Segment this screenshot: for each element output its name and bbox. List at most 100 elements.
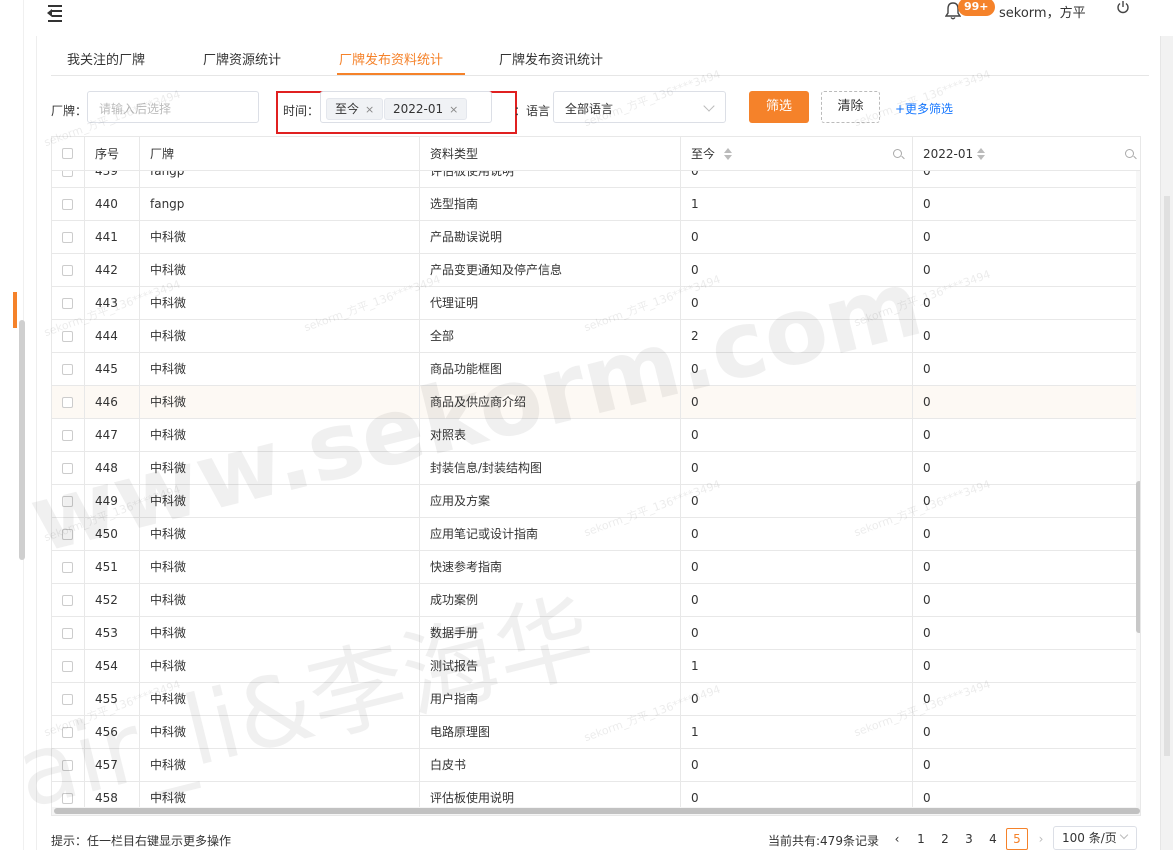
cell-brand: 中科微 xyxy=(140,617,420,650)
table-row[interactable]: 457 中科微 白皮书 0 0 xyxy=(52,749,1140,782)
user-name[interactable]: sekorm，方平 xyxy=(999,2,1086,21)
power-icon[interactable] xyxy=(1116,0,1130,14)
brand-input[interactable]: 请输入后选择 xyxy=(87,91,259,123)
cell-material-type: 应用及方案 xyxy=(420,485,681,518)
cell-index: 457 xyxy=(85,749,140,782)
cell-to-date: 1 xyxy=(681,650,913,683)
table-vertical-scrollbar[interactable] xyxy=(1136,171,1140,807)
filter-button[interactable]: 筛选 xyxy=(749,91,809,123)
table-row[interactable]: 455 中科微 用户指南 0 0 xyxy=(52,683,1140,716)
row-checkbox[interactable] xyxy=(62,727,73,738)
table-row[interactable]: 451 中科微 快速参考指南 0 0 xyxy=(52,551,1140,584)
tab-brand-news-stats[interactable]: 厂牌发布资讯统计 xyxy=(499,49,603,68)
cell-index: 449 xyxy=(85,485,140,518)
row-select-cell xyxy=(52,518,85,551)
time-select[interactable]: 至今 × 2022-01 × xyxy=(320,91,492,123)
close-icon[interactable]: × xyxy=(449,103,458,116)
context-menu-tip: 提示：任一栏目右键显示更多操作 xyxy=(51,834,232,848)
more-filters-link[interactable]: +更多筛选 xyxy=(895,100,953,117)
next-page-icon[interactable]: › xyxy=(1034,832,1048,846)
row-checkbox[interactable] xyxy=(62,232,73,243)
row-checkbox[interactable] xyxy=(62,760,73,771)
cell-material-type: 用户指南 xyxy=(420,683,681,716)
table-row[interactable]: 448 中科微 封装信息/封装结构图 0 0 xyxy=(52,452,1140,485)
page-3[interactable]: 3 xyxy=(962,832,976,846)
clear-button[interactable]: 清除 xyxy=(821,91,880,123)
row-checkbox[interactable] xyxy=(62,265,73,276)
col-index[interactable]: 序号 xyxy=(85,137,140,171)
page-size-value: 100 条/页 xyxy=(1062,831,1117,845)
page-scrollbar[interactable] xyxy=(1160,36,1173,850)
row-checkbox[interactable] xyxy=(62,463,73,474)
page-2[interactable]: 2 xyxy=(938,832,952,846)
col-2022-01[interactable]: 2022-01 xyxy=(913,137,1140,171)
sort-icon[interactable] xyxy=(724,148,732,160)
row-checkbox[interactable] xyxy=(62,694,73,705)
cell-2022-01: 0 xyxy=(923,593,931,607)
search-icon[interactable] xyxy=(1125,149,1134,158)
page-1[interactable]: 1 xyxy=(914,832,928,846)
table-row[interactable]: 446 中科微 商品及供应商介绍 0 0 xyxy=(52,386,1140,419)
table-row[interactable]: 442 中科微 产品变更通知及停产信息 0 0 xyxy=(52,254,1140,287)
cell-index: 454 xyxy=(85,650,140,683)
page-4[interactable]: 4 xyxy=(986,832,1000,846)
time-tag[interactable]: 至今 × xyxy=(326,98,384,120)
tab-followed-brands[interactable]: 我关注的厂牌 xyxy=(67,49,145,68)
table-horizontal-scrollbar[interactable] xyxy=(52,807,1140,815)
row-checkbox[interactable] xyxy=(62,397,73,408)
prev-page-icon[interactable]: ‹ xyxy=(890,832,904,846)
row-checkbox[interactable] xyxy=(62,595,73,606)
table-row[interactable]: 450 中科微 应用笔记或设计指南 0 0 xyxy=(52,518,1140,551)
menu-collapse-icon[interactable] xyxy=(44,3,64,22)
language-select[interactable]: 全部语言 xyxy=(553,91,726,123)
tab-brand-material-stats[interactable]: 厂牌发布资料统计 xyxy=(339,49,443,68)
sort-icon[interactable] xyxy=(977,148,985,160)
cell-brand: 中科微 xyxy=(140,749,420,782)
table-row[interactable]: 449 中科微 应用及方案 0 0 xyxy=(52,485,1140,518)
cell-material-type: 对照表 xyxy=(420,419,681,452)
sidebar-scrollbar[interactable] xyxy=(19,320,25,560)
row-checkbox[interactable] xyxy=(62,793,73,804)
data-table: 序号 厂牌 资料类型 至今 2022-01 439 fangp 评估板使用说明 0 0 4… xyxy=(51,136,1141,816)
row-checkbox[interactable] xyxy=(62,298,73,309)
row-checkbox[interactable] xyxy=(62,496,73,507)
row-checkbox[interactable] xyxy=(62,364,73,375)
table-row[interactable]: 444 中科微 全部 2 0 xyxy=(52,320,1140,353)
table-row[interactable]: 447 中科微 对照表 0 0 xyxy=(52,419,1140,452)
table-row[interactable]: 443 中科微 代理证明 0 0 xyxy=(52,287,1140,320)
table-row[interactable]: 440 fangp 选型指南 1 0 xyxy=(52,188,1140,221)
cell-to-date: 0 xyxy=(681,749,913,782)
time-tag[interactable]: 2022-01 × xyxy=(384,98,468,120)
row-checkbox[interactable] xyxy=(62,661,73,672)
row-checkbox[interactable] xyxy=(62,628,73,639)
col-to-date[interactable]: 至今 xyxy=(681,137,913,171)
select-all-checkbox[interactable] xyxy=(62,148,73,159)
table-row[interactable]: 441 中科微 产品勘误说明 0 0 xyxy=(52,221,1140,254)
cell-2022-01: 0 xyxy=(923,296,931,310)
col-brand[interactable]: 厂牌 xyxy=(140,137,420,171)
cell-brand: 中科微 xyxy=(140,320,420,353)
col-material-type[interactable]: 资料类型 xyxy=(420,137,681,171)
table-row[interactable]: 454 中科微 测试报告 1 0 xyxy=(52,650,1140,683)
table-row[interactable]: 445 中科微 商品功能框图 0 0 xyxy=(52,353,1140,386)
table-row[interactable]: 453 中科微 数据手册 0 0 xyxy=(52,617,1140,650)
brand-placeholder: 请输入后选择 xyxy=(99,102,172,116)
row-checkbox[interactable] xyxy=(62,199,73,210)
page-5-current[interactable]: 5 xyxy=(1006,828,1028,850)
notification-badge[interactable]: 99+ xyxy=(958,0,995,16)
cell-brand: 中科微 xyxy=(140,650,420,683)
cell-brand: 中科微 xyxy=(140,287,420,320)
sidebar-active-marker xyxy=(13,292,17,328)
table-row[interactable]: 452 中科微 成功案例 0 0 xyxy=(52,584,1140,617)
page-size-select[interactable]: 100 条/页 xyxy=(1053,826,1137,850)
search-icon[interactable] xyxy=(893,149,902,158)
row-checkbox[interactable] xyxy=(62,331,73,342)
cell-to-date: 1 xyxy=(681,716,913,749)
row-checkbox[interactable] xyxy=(62,430,73,441)
row-checkbox[interactable] xyxy=(62,529,73,540)
table-row[interactable]: 456 中科微 电路原理图 1 0 xyxy=(52,716,1140,749)
row-checkbox[interactable] xyxy=(62,562,73,573)
tab-brand-resource-stats[interactable]: 厂牌资源统计 xyxy=(203,49,281,68)
cell-to-date: 0 xyxy=(681,584,913,617)
close-icon[interactable]: × xyxy=(365,103,374,116)
